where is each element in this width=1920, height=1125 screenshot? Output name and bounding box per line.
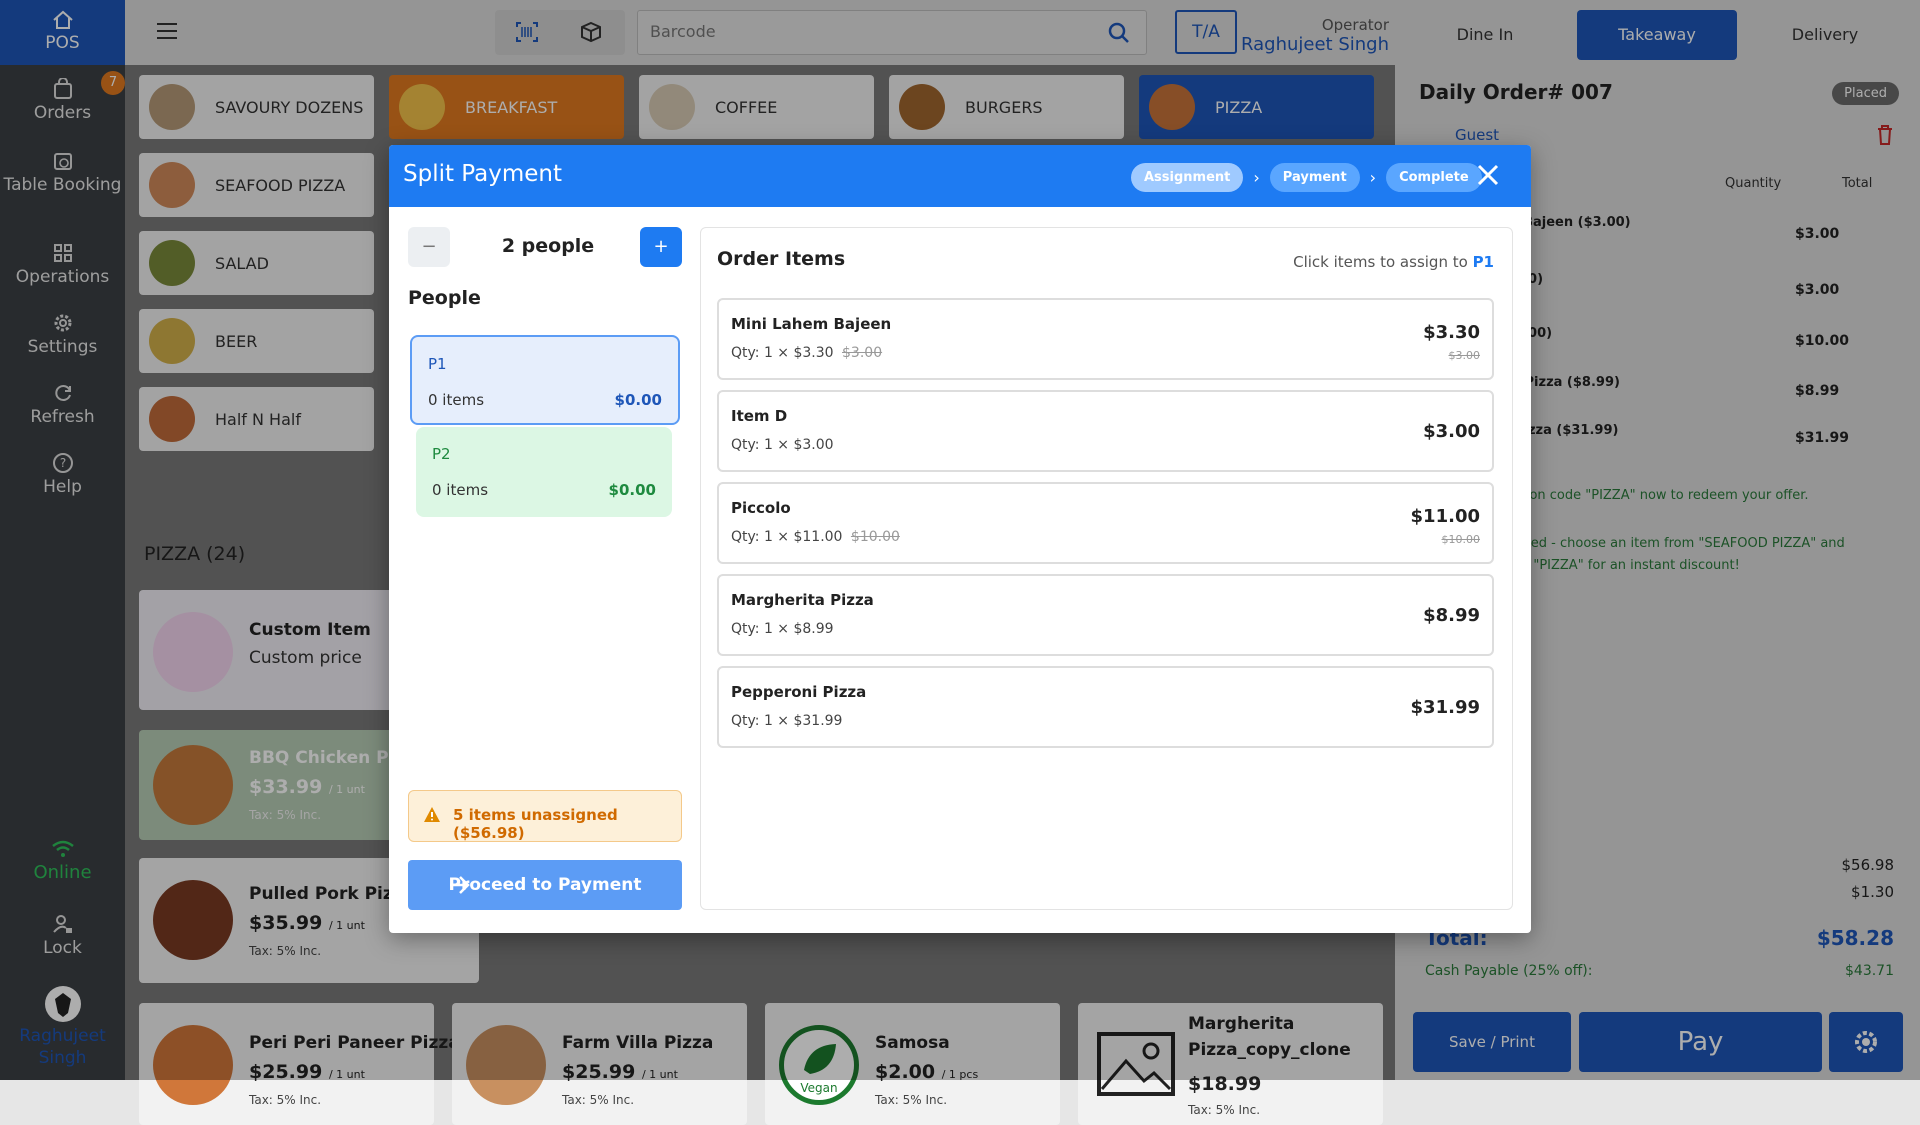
item-price: $3.00 bbox=[1423, 421, 1480, 442]
product-tax: Tax: 5% Inc. bbox=[249, 1093, 322, 1107]
product-tax: Tax: 5% Inc. bbox=[562, 1093, 635, 1107]
item-original-price: $3.00 bbox=[1448, 349, 1481, 362]
decrease-people-button[interactable]: − bbox=[408, 227, 450, 267]
chevron-right-icon: › bbox=[1369, 168, 1377, 187]
item-price: $11.00 bbox=[1410, 506, 1480, 527]
order-item-piccolo[interactable]: Piccolo Qty: 1 × $11.00 $10.00 $11.00 $1… bbox=[717, 482, 1494, 564]
item-price: $8.99 bbox=[1423, 605, 1480, 626]
vegan-logo-text: Vegan bbox=[800, 1081, 837, 1095]
item-original-price: $10.00 bbox=[1441, 533, 1481, 546]
item-original-unit-price: $3.00 bbox=[842, 345, 883, 361]
item-qty: Qty: 1 × $11.00 $10.00 bbox=[731, 529, 900, 545]
proceed-to-payment-button[interactable]: Proceed to Payment bbox=[408, 860, 682, 910]
order-item-item-d[interactable]: Item D Qty: 1 × $3.00 $3.00 bbox=[717, 390, 1494, 472]
arrow-right-icon bbox=[450, 876, 470, 894]
product-tax: Tax: 5% Inc. bbox=[875, 1093, 948, 1107]
item-name: Item D bbox=[731, 407, 788, 425]
step-assignment: Assignment bbox=[1131, 163, 1244, 192]
order-item-margherita-pizza[interactable]: Margherita Pizza Qty: 1 × $8.99 $8.99 bbox=[717, 574, 1494, 656]
unassigned-warning: 5 items unassigned ($56.98) bbox=[408, 790, 682, 842]
people-panel: − 2 people + People P1 0 items $0.00 P2 … bbox=[408, 227, 683, 917]
item-price: $3.30 bbox=[1423, 322, 1480, 343]
modal-title: Split Payment bbox=[403, 161, 563, 187]
people-count: 2 people bbox=[501, 235, 595, 257]
modal-header: Split Payment Assignment › Payment › Com… bbox=[389, 145, 1531, 207]
item-qty-text: Qty: 1 × $11.00 bbox=[731, 529, 843, 545]
item-qty: Qty: 1 × $8.99 bbox=[731, 621, 834, 637]
item-name: Margherita Pizza bbox=[731, 591, 874, 609]
item-name: Piccolo bbox=[731, 499, 791, 517]
person-label: P1 bbox=[428, 355, 447, 373]
item-price: $31.99 bbox=[1410, 697, 1480, 718]
warning-icon bbox=[424, 807, 440, 822]
item-name: Pepperoni Pizza bbox=[731, 683, 867, 701]
person-amount: $0.00 bbox=[614, 391, 662, 409]
assign-hint: Click items to assign to P1 bbox=[1293, 253, 1494, 271]
people-heading: People bbox=[408, 287, 481, 309]
step-payment: Payment bbox=[1269, 163, 1360, 192]
product-tax: Tax: 5% Inc. bbox=[1188, 1103, 1261, 1117]
order-item-mini-lahem-bajeen[interactable]: Mini Lahem Bajeen Qty: 1 × $3.30 $3.00 $… bbox=[717, 298, 1494, 380]
order-items-panel: Order Items Click items to assign to P1 … bbox=[700, 227, 1513, 910]
person-items: 0 items bbox=[432, 481, 489, 499]
chevron-right-icon: › bbox=[1253, 168, 1260, 187]
person-card-p2[interactable]: P2 0 items $0.00 bbox=[416, 427, 672, 517]
assign-hint-text: Click items to assign to bbox=[1293, 253, 1468, 271]
item-qty: Qty: 1 × $3.30 $3.00 bbox=[731, 345, 882, 361]
close-icon[interactable] bbox=[1475, 162, 1501, 188]
assign-target: P1 bbox=[1472, 253, 1494, 271]
item-qty: Qty: 1 × $31.99 bbox=[731, 713, 843, 729]
order-item-pepperoni-pizza[interactable]: Pepperoni Pizza Qty: 1 × $31.99 $31.99 bbox=[717, 666, 1494, 748]
item-original-unit-price: $10.00 bbox=[850, 529, 900, 545]
split-payment-modal: Split Payment Assignment › Payment › Com… bbox=[389, 145, 1531, 933]
step-indicator: Assignment › Payment › Complete bbox=[1131, 163, 1482, 192]
item-qty: Qty: 1 × $3.00 bbox=[731, 437, 834, 453]
person-card-p1[interactable]: P1 0 items $0.00 bbox=[410, 335, 680, 425]
increase-people-button[interactable]: + bbox=[640, 227, 682, 267]
step-complete: Complete bbox=[1386, 163, 1482, 192]
order-items-title: Order Items bbox=[717, 248, 846, 270]
person-label: P2 bbox=[432, 445, 451, 463]
item-name: Mini Lahem Bajeen bbox=[731, 315, 892, 333]
item-qty-text: Qty: 1 × $3.30 bbox=[731, 345, 834, 361]
warning-text: 5 items unassigned ($56.98) bbox=[453, 806, 618, 842]
proceed-label: Proceed to Payment bbox=[448, 875, 642, 895]
person-amount: $0.00 bbox=[608, 481, 656, 499]
person-items: 0 items bbox=[428, 391, 485, 409]
